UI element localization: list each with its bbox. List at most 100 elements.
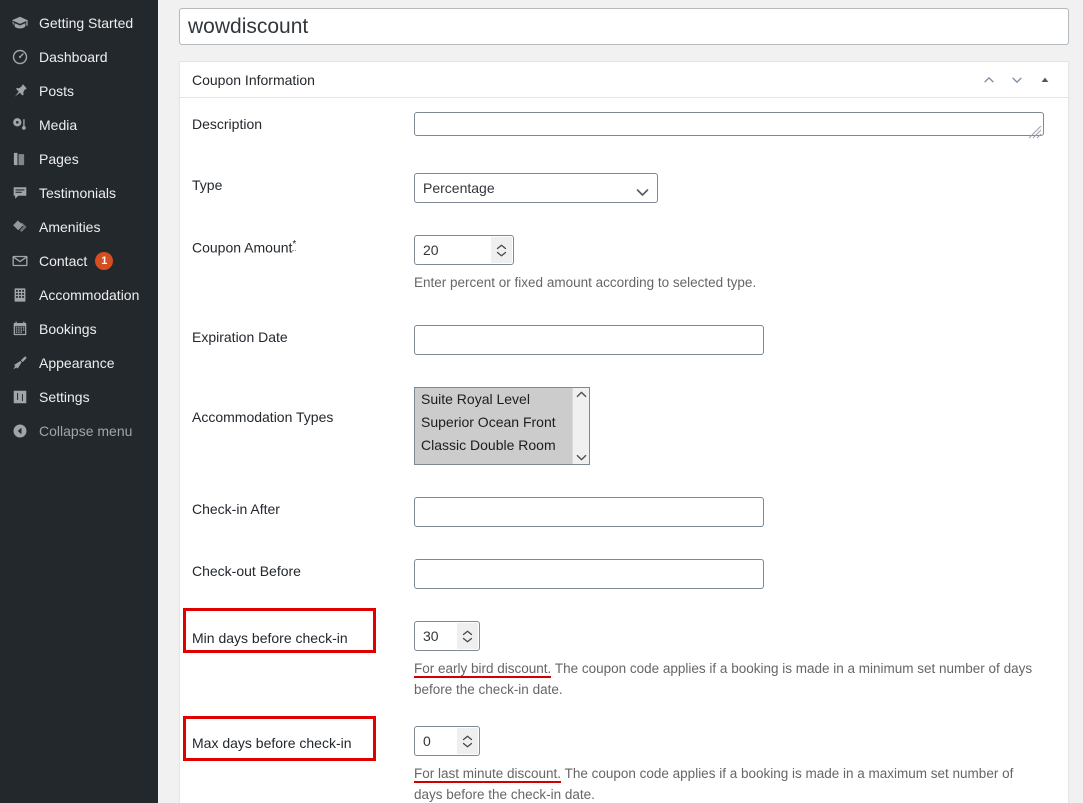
max-days-help-highlight: For last minute discount.	[414, 766, 562, 783]
type-select[interactable]: Percentage	[414, 173, 658, 203]
field-row-max-days: Max days before check-in For last minute…	[180, 726, 1068, 803]
sidebar-item-appearance[interactable]: Appearance	[0, 346, 158, 380]
checkout-before-label: Check-out Before	[192, 563, 301, 579]
coupon-information-panel: Coupon Information Description Type Perc…	[179, 61, 1069, 803]
min-days-field: For early bird discount. The coupon code…	[414, 621, 1056, 700]
admin-content: Coupon Information Description	[158, 0, 1083, 803]
expiration-date-field	[414, 325, 1056, 355]
sliders-icon	[10, 387, 30, 407]
sidebar-item-amenities[interactable]: Amenities	[0, 210, 158, 244]
number-spinner[interactable]	[457, 623, 478, 649]
sidebar-item-label: Contact	[39, 253, 88, 269]
toggle-panel-icon[interactable]	[1032, 67, 1058, 93]
sidebar-item-label: Appearance	[39, 355, 115, 371]
accommodation-types-listbox[interactable]: Suite Royal Level Superior Ocean Front C…	[414, 387, 590, 465]
accommodation-types-label: Accommodation Types	[192, 409, 334, 425]
required-asterisk: *	[292, 239, 297, 251]
amenities-icon	[10, 217, 30, 237]
scroll-down-icon[interactable]	[576, 454, 587, 461]
max-days-field: For last minute discount. The coupon cod…	[414, 726, 1056, 803]
dashboard-gauge-icon	[10, 47, 30, 67]
checkin-after-field	[414, 497, 1056, 527]
min-days-label: Min days before check-in	[192, 630, 348, 646]
max-days-help: For last minute discount. The coupon cod…	[414, 763, 1034, 803]
admin-sidebar: Getting Started Dashboard Posts Media Pa	[0, 0, 158, 803]
checkout-before-field	[414, 559, 1056, 589]
sidebar-item-label: Amenities	[39, 219, 101, 235]
scroll-up-icon[interactable]	[576, 391, 587, 398]
field-row-min-days: Min days before check-in For early bird …	[180, 621, 1068, 700]
move-up-icon[interactable]	[976, 67, 1002, 93]
testimonial-icon	[10, 183, 30, 203]
type-label: Type	[192, 177, 223, 193]
description-field	[414, 112, 1056, 141]
list-item[interactable]: Suite Royal Level	[415, 388, 572, 411]
expiration-date-input[interactable]	[414, 325, 764, 355]
envelope-icon	[10, 251, 30, 271]
sidebar-item-settings[interactable]: Settings	[0, 380, 158, 414]
sidebar-item-pages[interactable]: Pages	[0, 142, 158, 176]
sidebar-item-label: Testimonials	[39, 185, 117, 201]
pushpin-icon	[10, 81, 30, 101]
checkin-after-label: Check-in After	[192, 501, 280, 517]
description-label: Description	[192, 116, 263, 132]
sidebar-item-getting-started[interactable]: Getting Started	[0, 6, 158, 40]
panel-body: Description Type Percentage Coupon Amoun…	[180, 98, 1068, 803]
post-title-input[interactable]	[179, 8, 1069, 45]
list-item[interactable]: Classic Double Room	[415, 434, 572, 457]
coupon-amount-label-text: Coupon Amount	[192, 239, 293, 256]
sidebar-item-posts[interactable]: Posts	[0, 74, 158, 108]
building-icon	[10, 285, 30, 305]
pages-icon	[10, 149, 30, 169]
collapse-arrow-icon	[10, 421, 30, 441]
sidebar-item-testimonials[interactable]: Testimonials	[0, 176, 158, 210]
coupon-amount-label: Coupon Amount*	[192, 235, 414, 256]
sidebar-item-bookings[interactable]: Bookings	[0, 312, 158, 346]
checkout-before-input[interactable]	[414, 559, 764, 589]
field-row-checkout-before: Check-out Before	[180, 559, 1068, 589]
sidebar-item-contact[interactable]: Contact 1	[0, 244, 158, 278]
sidebar-item-label: Dashboard	[39, 49, 108, 65]
field-row-description: Description	[180, 112, 1068, 141]
move-down-icon[interactable]	[1004, 67, 1030, 93]
type-field: Percentage	[414, 173, 1056, 203]
description-textarea[interactable]	[414, 112, 1044, 136]
sidebar-item-label: Bookings	[39, 321, 97, 337]
min-days-help-highlight: For early bird discount.	[414, 661, 552, 678]
number-spinner[interactable]	[491, 237, 512, 263]
number-spinner[interactable]	[457, 728, 478, 754]
sidebar-item-label: Collapse menu	[39, 423, 133, 439]
max-days-label: Max days before check-in	[192, 735, 352, 751]
paintbrush-icon	[10, 353, 30, 373]
sidebar-item-media[interactable]: Media	[0, 108, 158, 142]
sidebar-item-label: Getting Started	[39, 15, 134, 31]
sidebar-item-label: Pages	[39, 151, 79, 167]
coupon-amount-field: Enter percent or fixed amount according …	[414, 235, 1056, 293]
field-row-type: Type Percentage	[180, 173, 1068, 203]
listbox-scrollbar[interactable]	[572, 388, 589, 464]
field-row-accommodation-types: Accommodation Types Suite Royal Level Su…	[180, 387, 1068, 465]
media-icon	[10, 115, 30, 135]
panel-title: Coupon Information	[192, 71, 315, 88]
field-row-coupon-amount: Coupon Amount* Enter percent or fixed am…	[180, 235, 1068, 293]
sidebar-item-label: Media	[39, 117, 78, 133]
post-title-wrap	[179, 8, 1069, 45]
list-item[interactable]: Superior Ocean Front	[415, 411, 572, 434]
sidebar-item-label: Settings	[39, 389, 90, 405]
expiration-date-label: Expiration Date	[192, 329, 288, 345]
field-row-expiration-date: Expiration Date	[180, 325, 1068, 355]
listbox-options: Suite Royal Level Superior Ocean Front C…	[415, 388, 572, 464]
sidebar-item-accommodation[interactable]: Accommodation	[0, 278, 158, 312]
field-row-checkin-after: Check-in After	[180, 497, 1068, 527]
sidebar-item-dashboard[interactable]: Dashboard	[0, 40, 158, 74]
sidebar-item-collapse-menu[interactable]: Collapse menu	[0, 414, 158, 448]
checkin-after-input[interactable]	[414, 497, 764, 527]
